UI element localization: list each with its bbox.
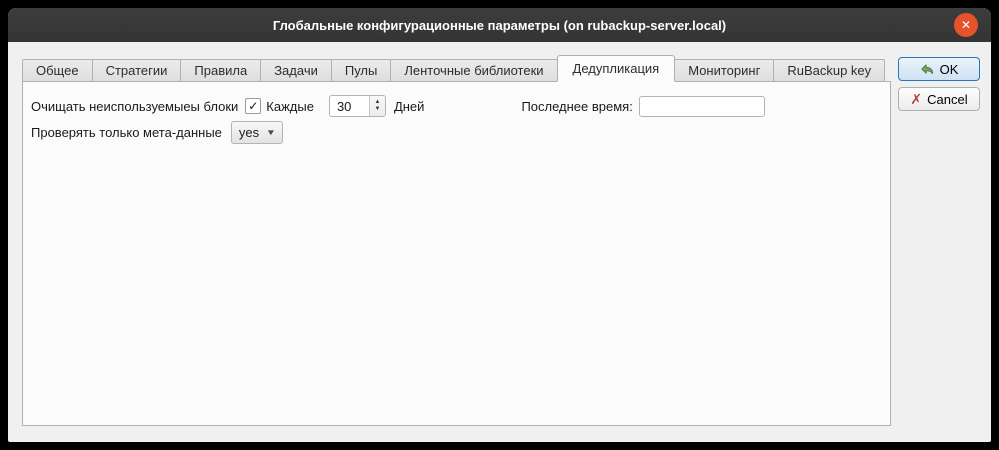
tab-monitoring[interactable]: Мониторинг: [674, 59, 774, 82]
cleanup-row: Очищать неиспользуемыеы блоки ✓ Каждые 3…: [31, 93, 890, 119]
cancel-button[interactable]: ✗ Cancel: [898, 87, 980, 111]
spinner-buttons[interactable]: ▲ ▼: [369, 96, 385, 116]
cleanup-blocks-label: Очищать неиспользуемыеы блоки: [31, 99, 238, 114]
window-title: Глобальные конфигурационные параметры (o…: [273, 18, 726, 33]
cleanup-checkbox[interactable]: ✓: [245, 98, 261, 114]
spin-up-icon[interactable]: ▲: [374, 99, 380, 106]
metadata-only-label: Проверять только мета-данные: [31, 125, 222, 140]
close-button[interactable]: ✕: [954, 13, 978, 37]
days-label: Дней: [394, 99, 424, 114]
metadata-dropdown-value: yes: [239, 125, 259, 140]
tab-general[interactable]: Общее: [22, 59, 93, 82]
last-time-label: Последнее время:: [521, 99, 632, 114]
metadata-row: Проверять только мета-данные yes ▼: [31, 119, 890, 145]
tab-tape-libraries[interactable]: Ленточные библиотеки: [390, 59, 557, 82]
interval-spinner[interactable]: 30 ▲ ▼: [329, 95, 386, 117]
deduplication-panel: Очищать неиспользуемыеы блоки ✓ Каждые 3…: [22, 81, 891, 426]
checkmark-icon: ✓: [248, 100, 258, 112]
tab-bar: Общее Стратегии Правила Задачи Пулы Лент…: [22, 55, 885, 82]
tab-rules[interactable]: Правила: [180, 59, 261, 82]
tab-deduplication[interactable]: Дедупликация: [557, 55, 676, 82]
dialog-window: Глобальные конфигурационные параметры (o…: [8, 8, 991, 442]
title-bar: Глобальные конфигурационные параметры (o…: [8, 8, 991, 42]
ok-button[interactable]: OK: [898, 57, 980, 81]
cancel-button-label: Cancel: [927, 92, 967, 107]
chevron-down-icon: ▼: [266, 128, 276, 137]
metadata-dropdown[interactable]: yes ▼: [231, 121, 283, 144]
tab-tasks[interactable]: Задачи: [260, 59, 332, 82]
cancel-x-icon: ✗: [910, 92, 922, 106]
last-time-input[interactable]: [639, 96, 765, 117]
interval-value: 30: [330, 96, 369, 116]
close-icon: ✕: [961, 18, 971, 32]
spin-down-icon[interactable]: ▼: [374, 106, 380, 113]
tab-rubackup-key[interactable]: RuBackup key: [773, 59, 885, 82]
ok-arrow-icon: [920, 62, 935, 77]
tab-pools[interactable]: Пулы: [331, 59, 392, 82]
every-label: Каждые: [266, 99, 314, 114]
tab-strategies[interactable]: Стратегии: [92, 59, 182, 82]
ok-button-label: OK: [940, 62, 959, 77]
